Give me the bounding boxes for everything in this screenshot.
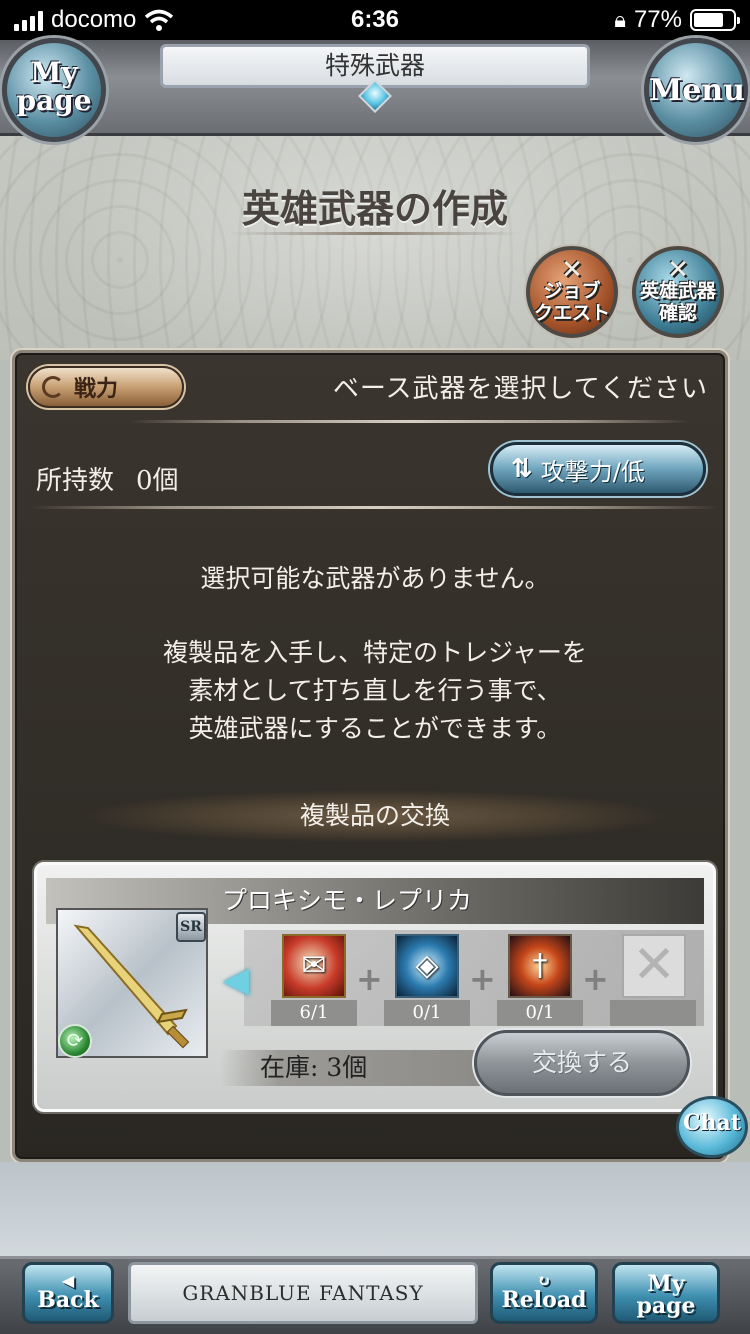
chat-button[interactable]: Chat [676,1096,748,1158]
sort-button[interactable]: ⇅ 攻撃力/低 [490,442,706,496]
sort-arrows-icon: ⇅ [511,454,533,484]
chat-label: Chat [683,1110,741,1136]
back-button[interactable]: ◀ Back [22,1262,114,1324]
replica-exchange-heading: 複製品の交換 [88,790,662,842]
cycle-icon [42,376,64,398]
plus-icon: + [356,960,383,998]
job-quest-label-2: クエスト [533,302,610,324]
sort-label: 攻撃力/低 [540,457,645,486]
divider [30,506,720,509]
owned-value: 0個 [136,466,179,496]
menu-label: Menu [649,73,745,108]
job-quest-label-1: ジョブ [543,280,601,302]
material-count: 0/1 [384,1000,470,1026]
reload-button[interactable]: ↻ Reload [490,1262,598,1324]
game-logo: GRANBLUE FANTASY [128,1262,478,1324]
owned-label: 所持数 [36,466,115,496]
divider [130,420,690,423]
material-count [610,1000,696,1026]
lower-background [0,1162,750,1258]
exchange-button[interactable]: 交換する [474,1030,690,1096]
wind-element-icon: ⟳ [58,1024,92,1058]
rarity-badge: SR [176,912,206,942]
menu-button[interactable]: Menu [644,38,748,142]
power-toggle-button[interactable]: 戦力 [28,366,184,408]
owned-count: 所持数 0個 [36,460,179,497]
info-line: 複製品を入手し、特定のトレジャーを [163,638,587,667]
hero-confirm-label-1: 英雄武器 [639,280,716,302]
bottom-mypage-button[interactable]: My page [612,1262,720,1324]
hero-confirm-label-2: 確認 [658,302,697,324]
rotation-lock-icon: 🔒︎ [614,7,626,32]
battery-icon [690,9,740,31]
daggers-icon[interactable]: † [508,934,572,998]
select-base-prompt: ベース武器を選択してください [332,374,708,404]
crossed-swords-icon: ✕ [561,255,583,285]
back-label: Back [37,1287,99,1313]
material-count: 6/1 [271,1000,357,1026]
hero-weapon-confirm-button[interactable]: ✕ 英雄武器 確認 [632,246,724,338]
material-count: 0/1 [497,1000,583,1026]
info-line: 素材として打ち直しを行う事で、 [188,676,562,705]
status-bar: docomo 6:36 🔒︎ 77% [0,0,750,40]
heading-divider [230,232,520,235]
empty-message: 選択可能な武器がありません。 [200,564,550,593]
crossed-swords-icon: ✕ [667,255,689,285]
power-label: 戦力 [74,377,119,402]
prev-arrow-icon[interactable]: ◀ [216,960,256,1000]
info-line: 英雄武器にすることができます。 [188,714,562,743]
plus-icon: + [582,960,609,998]
plus-icon: + [469,960,496,998]
job-quest-button[interactable]: ✕ ジョブ クエスト [526,246,618,338]
empty-slot-icon: ✕ [622,934,686,998]
page-heading: 英雄武器の作成 [241,186,508,231]
mypage-label-2: page [16,84,92,117]
scroll-icon[interactable]: ✉ [282,934,346,998]
reload-label: Reload [501,1287,587,1313]
orb-icon[interactable]: ◈ [395,934,459,998]
mypage-label-2: page [636,1293,696,1319]
mypage-button[interactable]: My page [2,38,106,142]
battery-percent: 77% [633,6,682,33]
